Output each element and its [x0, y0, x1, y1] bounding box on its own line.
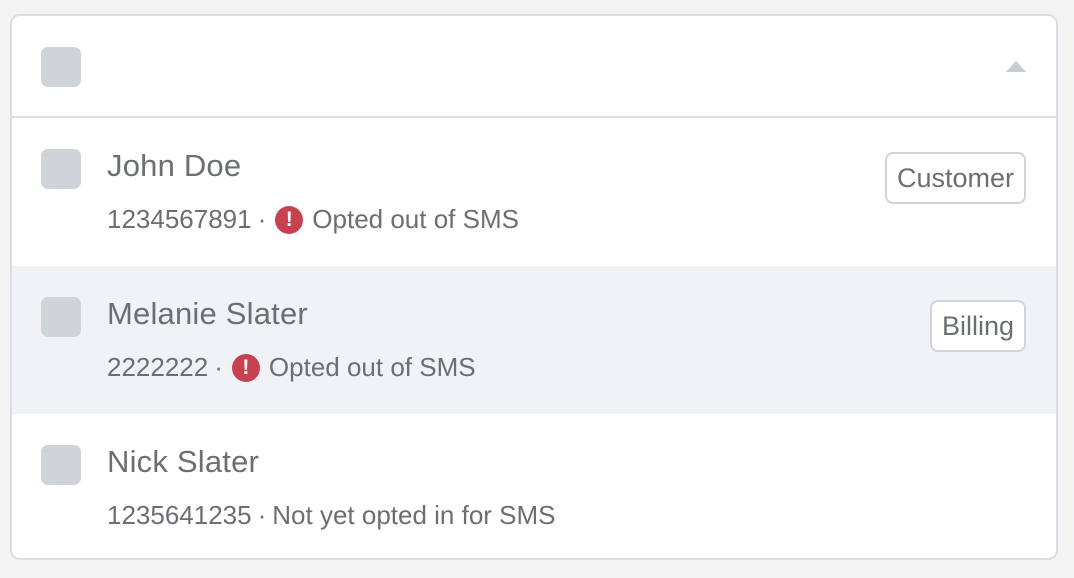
- contact-row[interactable]: John Doe 1234567891 · ! Opted out of SMS…: [12, 118, 1056, 266]
- contact-phone: 1234567891: [107, 204, 252, 234]
- contact-name: Melanie Slater: [107, 296, 308, 331]
- contact-phone: 2222222: [107, 352, 209, 382]
- contact-checkbox[interactable]: [41, 297, 81, 337]
- alert-circle-icon: !: [231, 353, 260, 382]
- chevron-up-icon[interactable]: [1006, 61, 1026, 72]
- separator: ·: [257, 500, 267, 530]
- contact-details: 1235641235 · Not yet opted in for SMS: [107, 500, 556, 531]
- picker-header: [12, 16, 1056, 118]
- contact-picker: John Doe 1234567891 · ! Opted out of SMS…: [10, 14, 1058, 560]
- sms-status: Opted out of SMS: [312, 204, 519, 234]
- contact-details: 1234567891 · ! Opted out of SMS: [107, 204, 519, 235]
- contact-checkbox[interactable]: [41, 445, 81, 485]
- sms-status: Opted out of SMS: [268, 352, 476, 382]
- contact-name: Nick Slater: [107, 444, 260, 479]
- contact-name: John Doe: [107, 148, 242, 183]
- alert-circle-icon: !: [275, 205, 304, 234]
- select-all-checkbox[interactable]: [41, 47, 81, 87]
- contact-tag: Billing: [929, 300, 1026, 352]
- contact-tag: Customer: [884, 152, 1026, 204]
- sms-status: Not yet opted in for SMS: [272, 500, 556, 530]
- contact-checkbox[interactable]: [41, 149, 81, 189]
- contact-phone: 1235641235: [107, 500, 252, 530]
- contact-row[interactable]: Melanie Slater 2222222 · ! Opted out of …: [12, 266, 1056, 414]
- separator: ·: [257, 204, 267, 234]
- separator: ·: [214, 352, 223, 382]
- contact-details: 2222222 · ! Opted out of SMS: [107, 352, 476, 383]
- contact-row[interactable]: Nick Slater 1235641235 · Not yet opted i…: [12, 414, 1056, 558]
